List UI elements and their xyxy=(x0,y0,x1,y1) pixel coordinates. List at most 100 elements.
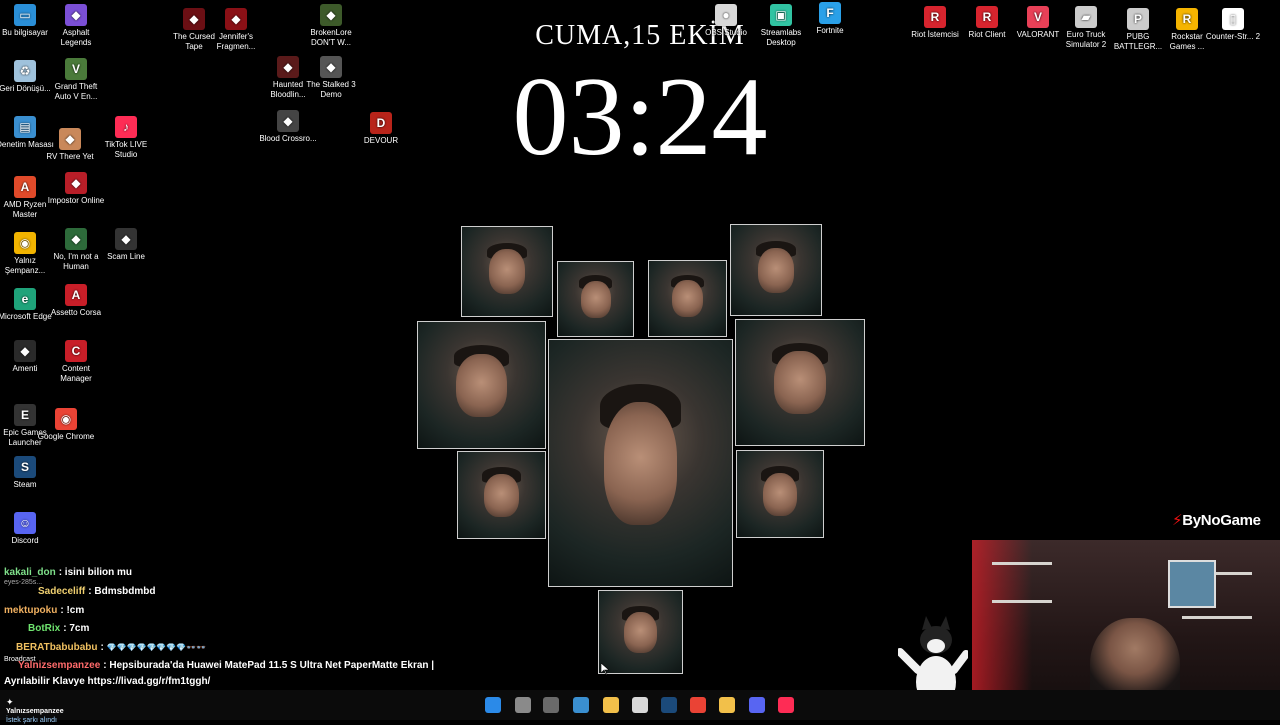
streamlabs-icon: ▣ xyxy=(770,4,792,26)
desktop-icon[interactable]: ● OBS Studio xyxy=(697,4,755,38)
desktop-icon[interactable]: ◆ The Stalked 3 Demo xyxy=(302,56,360,100)
discord-icon[interactable] xyxy=(749,697,765,713)
chat-text: : 7cm xyxy=(63,623,90,634)
desktop-icon-label: Riot Client xyxy=(968,30,1006,39)
devour-icon: D xyxy=(370,112,392,134)
lightning-icon: ⚡ xyxy=(1172,512,1183,529)
valorant-icon: V xyxy=(1027,6,1049,28)
file-explorer-icon[interactable] xyxy=(603,697,619,713)
chat-username: Yalnizsempanzee xyxy=(18,660,101,671)
chrome-icon: ◉ xyxy=(14,232,36,254)
epic-icon: E xyxy=(14,404,36,426)
desktop-icon[interactable]: ◆ Scam Line xyxy=(97,228,155,262)
desktop-icon[interactable]: A AMD Ryzen Master xyxy=(0,176,54,220)
desktop-icon-label: Microsoft Edge xyxy=(0,312,52,321)
desktop-icon-label: Counter-Str... 2 xyxy=(1205,32,1261,41)
notification-icon: ✦ xyxy=(6,697,14,707)
photos-icon[interactable] xyxy=(543,697,559,713)
steam-icon[interactable] xyxy=(661,697,677,713)
gallery-icon[interactable] xyxy=(573,697,589,713)
desktop-icon[interactable]: ◆ Impostor Online xyxy=(47,172,105,206)
chat-text: Ayrılabilir Klavye https://livad.gg/r/fm… xyxy=(4,676,211,687)
desktop-icon[interactable]: ◆ BrokenLore DON'T W... xyxy=(302,4,360,48)
notification-tray[interactable]: ✦ Yalnızsempanzee İstek şarkı alındı xyxy=(6,698,64,725)
collage-photo-center xyxy=(548,339,733,587)
desktop-icon[interactable]: R Riot Client xyxy=(958,6,1016,40)
chrome-icon[interactable] xyxy=(690,697,706,713)
collage-photo xyxy=(598,590,683,674)
game-icon: ◆ xyxy=(277,56,299,78)
game-icon: ◆ xyxy=(14,340,36,362)
desktop-icon[interactable]: ◆ Amenti xyxy=(0,340,54,374)
collage-photo xyxy=(417,321,546,449)
windows-start-icon[interactable] xyxy=(485,697,501,713)
desktop-icon-label: Geri Dönüşü... xyxy=(0,84,51,93)
app-icon[interactable] xyxy=(719,697,735,713)
desktop-icon[interactable]: ◆ Jennifer's Fragmen... xyxy=(207,8,265,52)
file-icon: ▯ xyxy=(1222,8,1244,30)
chat-message: BERATbabubabu: 💎💎💎💎💎💎💎💎👓👓 xyxy=(4,642,206,654)
control-panel-icon: ▤ xyxy=(14,116,36,138)
desktop-icon-label: OBS Studio xyxy=(705,28,747,37)
chat-message: BotRix: 7cm xyxy=(4,623,89,635)
desktop-icon-label: Steam xyxy=(13,480,37,489)
desktop-icon[interactable]: ◆ Blood Crossro... xyxy=(259,110,317,144)
chat-username: BotRix xyxy=(28,623,61,634)
desktop-icon[interactable]: ◆ Asphalt Legends xyxy=(47,4,105,48)
desktop-icon-label: Impostor Online xyxy=(47,196,105,205)
desktop-icon[interactable]: ♻ Geri Dönüşü... xyxy=(0,60,54,94)
desktop-icon-label: Google Chrome xyxy=(37,432,95,441)
desktop-icon-label: Riot İstemcisi xyxy=(911,30,959,39)
riot-icon: R xyxy=(976,6,998,28)
game-icon: ◆ xyxy=(65,172,87,194)
desktop-icon[interactable]: V Grand Theft Auto V En... xyxy=(47,58,105,102)
desktop-icon-label: RV There Yet xyxy=(46,152,94,161)
task-view-icon[interactable] xyxy=(515,697,531,713)
desktop-icon[interactable]: ◉ Google Chrome xyxy=(37,408,95,442)
desktop-icon-label: The Stalked 3 Demo xyxy=(306,80,356,99)
assetto-icon: A xyxy=(65,284,87,306)
content-manager-icon: C xyxy=(65,340,87,362)
rockstar-icon: R xyxy=(1176,8,1198,30)
chat-username: mektupoku xyxy=(4,605,58,616)
clock-time: 03:24 xyxy=(512,55,768,179)
desktop-icon[interactable]: ▯ Counter-Str... 2 xyxy=(1204,8,1262,42)
desktop-icon-label: Grand Theft Auto V En... xyxy=(54,82,98,101)
desktop-icon-label: DEVOUR xyxy=(363,136,399,145)
desktop-icon-label: Jennifer's Fragmen... xyxy=(216,32,256,51)
collage-photo xyxy=(736,450,824,538)
mouse-cursor xyxy=(601,663,609,675)
desktop-icon-label: Assetto Corsa xyxy=(50,308,102,317)
chat-message: Yalnizsempanzee: Hepsiburada'da Huawei M… xyxy=(4,660,434,672)
desktop-icon[interactable]: F Fortnite xyxy=(801,2,859,36)
chat-username: BERATbabubabu xyxy=(16,642,98,653)
desktop-icon[interactable]: ♪ TikTok LIVE Studio xyxy=(97,116,155,160)
obs-icon[interactable] xyxy=(632,697,648,713)
notification-subtitle: İstek şarkı alındı xyxy=(6,717,57,724)
chat-emotes: 💎💎💎💎💎💎💎💎👓👓 xyxy=(106,643,207,652)
desktop-icon-label: Fortnite xyxy=(816,26,844,35)
desktop-icon[interactable]: ☺ Discord xyxy=(0,512,54,546)
tiktok-icon[interactable] xyxy=(778,697,794,713)
desktop-icon[interactable]: C Content Manager xyxy=(47,340,105,384)
desktop-icon-label: Euro Truck Simulator 2 xyxy=(1065,30,1107,49)
desktop-icon[interactable]: ▭ Bu bilgisayar xyxy=(0,4,54,38)
desktop-icon[interactable]: S Steam xyxy=(0,456,54,490)
desktop-icon[interactable]: A Assetto Corsa xyxy=(47,284,105,318)
desktop-icon[interactable]: ◉ Yalnız Şempanz... xyxy=(0,232,54,276)
desktop-icon[interactable]: R Riot İstemcisi xyxy=(906,6,964,40)
steam-icon: S xyxy=(14,456,36,478)
collage-photo xyxy=(735,319,865,446)
gta-icon: V xyxy=(65,58,87,80)
pubg-icon: P xyxy=(1127,8,1149,30)
riot-icon: R xyxy=(924,6,946,28)
desktop-icon[interactable]: ▰ Euro Truck Simulator 2 xyxy=(1057,6,1115,50)
desktop-icon-label: BrokenLore DON'T W... xyxy=(310,28,352,47)
desktop-icon[interactable]: D DEVOUR xyxy=(352,112,410,146)
collage-photo xyxy=(461,226,553,317)
game-icon: ◆ xyxy=(320,4,342,26)
desktop-icon-label: Content Manager xyxy=(60,364,92,383)
desktop-icon[interactable]: ◆ RV There Yet xyxy=(41,128,99,162)
chat-text: : xyxy=(100,642,104,653)
desktop-icon[interactable]: e Microsoft Edge xyxy=(0,288,54,322)
